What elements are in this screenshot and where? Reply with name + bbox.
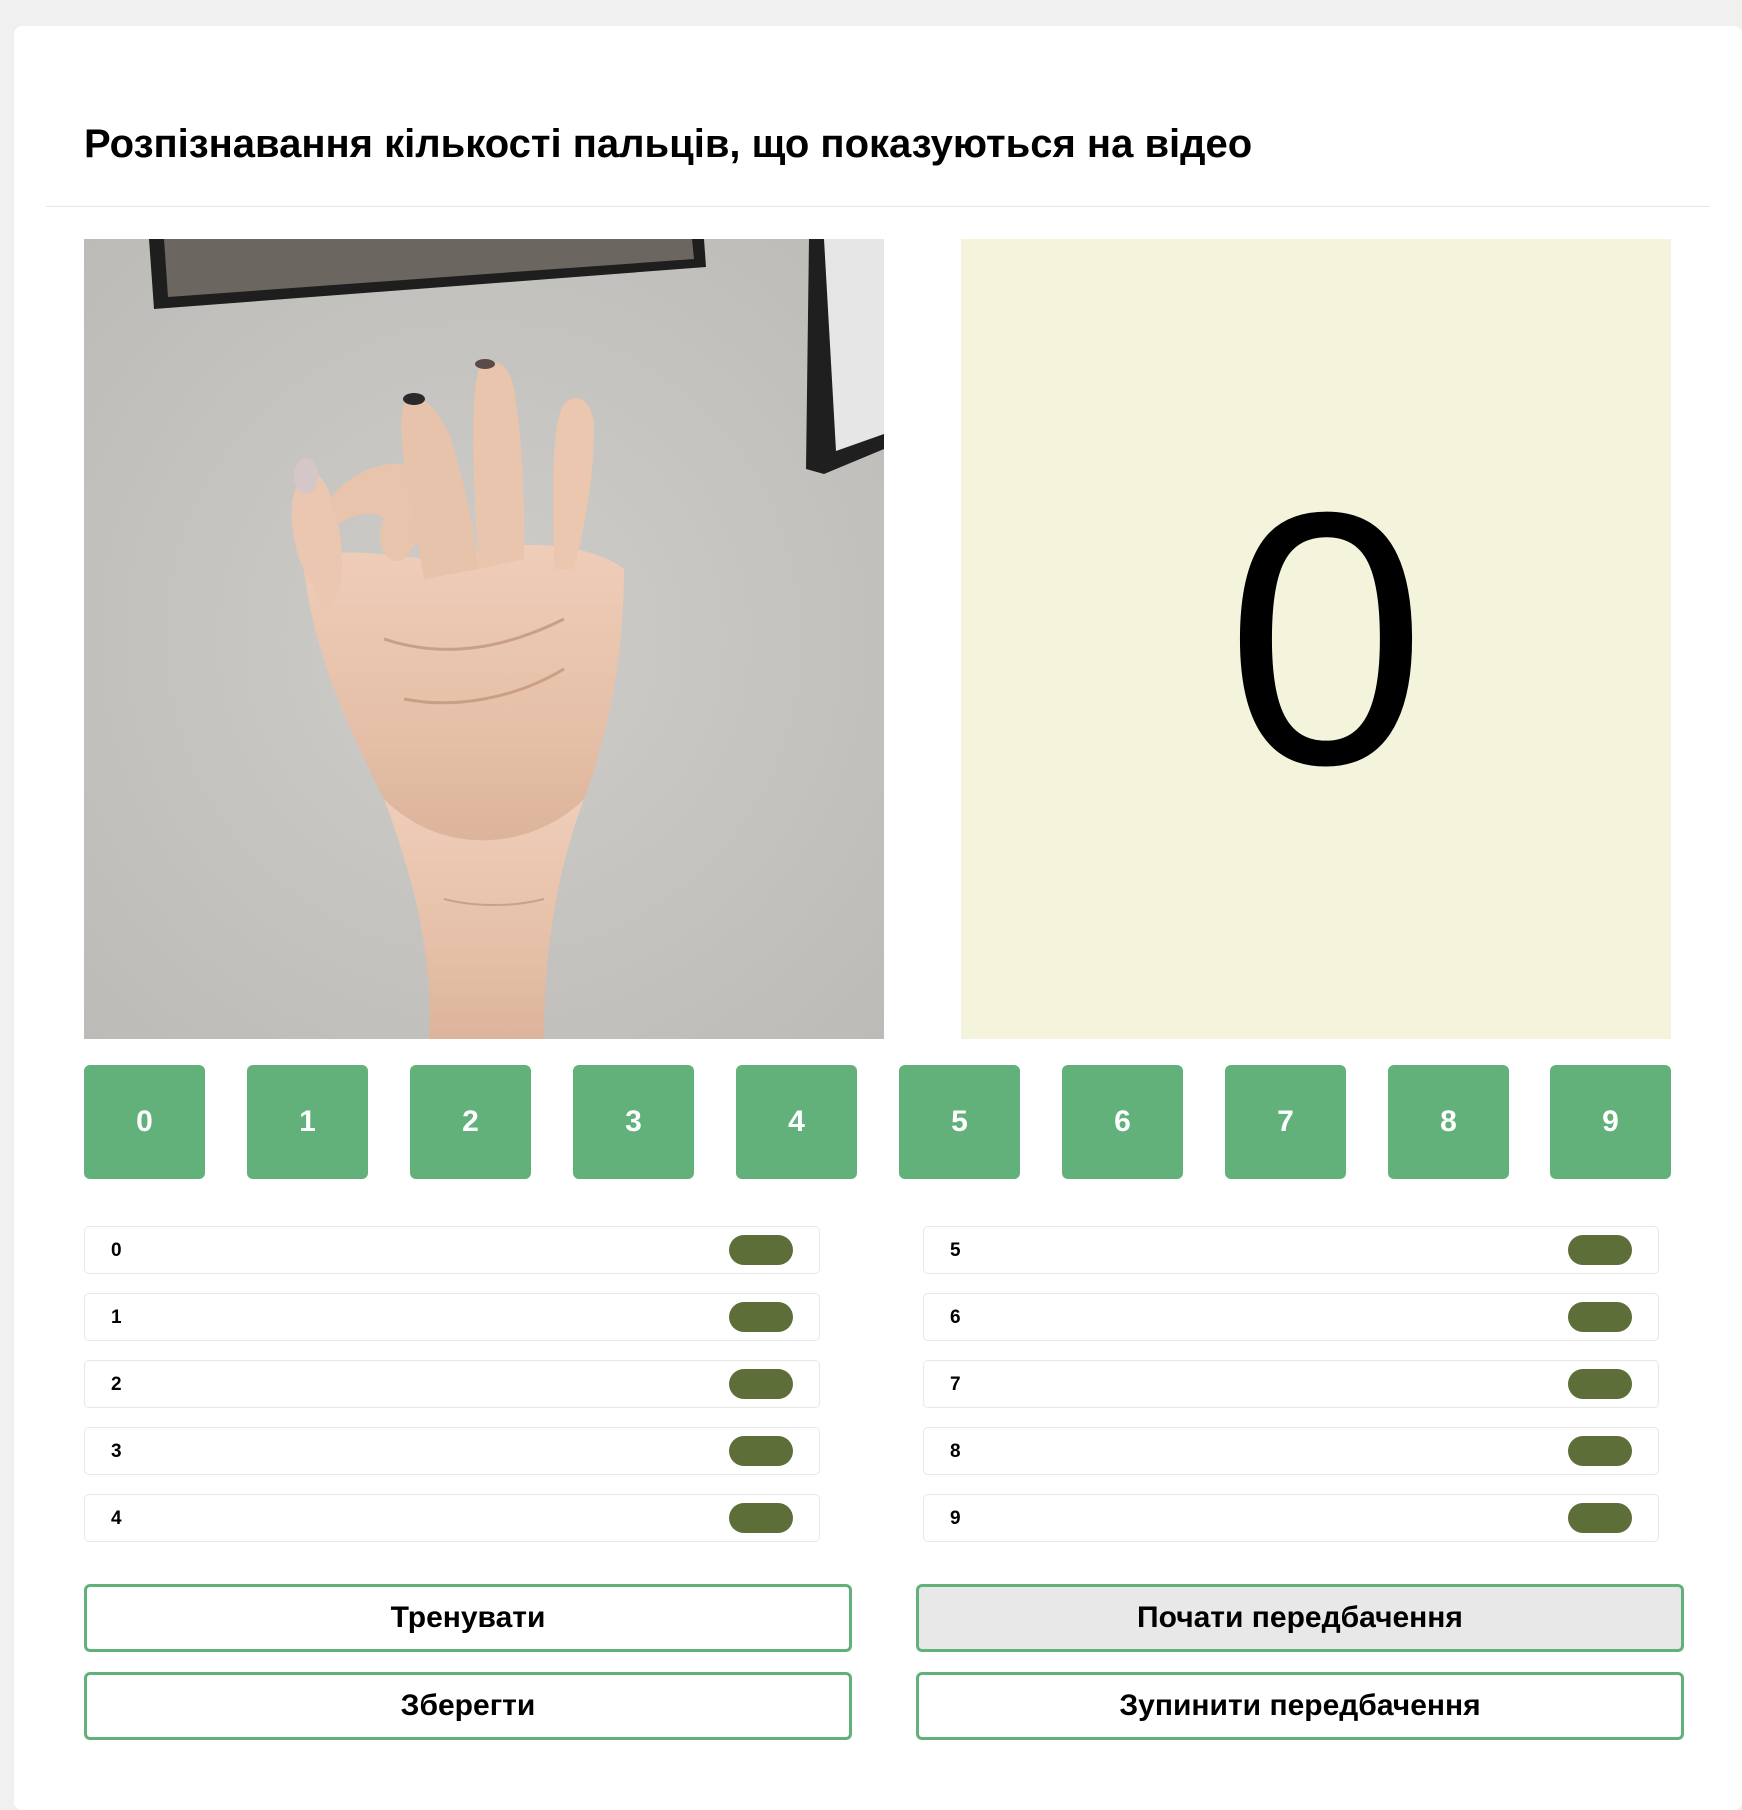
count-badge — [729, 1235, 793, 1265]
header-divider — [46, 206, 1710, 207]
count-badge — [729, 1436, 793, 1466]
class-button-2[interactable]: 2 — [410, 1065, 531, 1179]
stop-prediction-button[interactable]: Зупинити передбачення — [916, 1672, 1684, 1740]
prediction-panel: 0 — [961, 239, 1671, 1039]
count-label: 0 — [111, 1240, 122, 1261]
count-badge — [1568, 1369, 1632, 1399]
class-button-6[interactable]: 6 — [1062, 1065, 1183, 1179]
class-button-8[interactable]: 8 — [1388, 1065, 1509, 1179]
class-button-9[interactable]: 9 — [1550, 1065, 1671, 1179]
count-badge — [729, 1302, 793, 1332]
count-label: 4 — [111, 1508, 122, 1529]
count-badge — [729, 1503, 793, 1533]
count-badge — [1568, 1503, 1632, 1533]
count-label: 9 — [950, 1508, 961, 1529]
class-button-row: 0 1 2 3 4 5 6 7 8 9 — [84, 1065, 1671, 1179]
count-row-1: 1 — [84, 1293, 820, 1341]
webcam-video — [84, 239, 884, 1039]
class-button-7[interactable]: 7 — [1225, 1065, 1346, 1179]
count-badge — [1568, 1436, 1632, 1466]
count-badge — [1568, 1302, 1632, 1332]
count-row-2: 2 — [84, 1360, 820, 1408]
count-row-7: 7 — [923, 1360, 1659, 1408]
class-button-1[interactable]: 1 — [247, 1065, 368, 1179]
count-row-0: 0 — [84, 1226, 820, 1274]
count-label: 2 — [111, 1374, 122, 1395]
predicted-count: 0 — [1225, 438, 1427, 840]
class-button-5[interactable]: 5 — [899, 1065, 1020, 1179]
count-row-8: 8 — [923, 1427, 1659, 1475]
count-label: 3 — [111, 1441, 122, 1462]
count-row-9: 9 — [923, 1494, 1659, 1542]
class-button-4[interactable]: 4 — [736, 1065, 857, 1179]
class-button-0[interactable]: 0 — [84, 1065, 205, 1179]
count-label: 6 — [950, 1307, 961, 1328]
count-label: 7 — [950, 1374, 961, 1395]
count-row-6: 6 — [923, 1293, 1659, 1341]
count-label: 1 — [111, 1307, 122, 1328]
main-card: Розпізнавання кількості пальців, що пока… — [14, 26, 1742, 1810]
count-row-3: 3 — [84, 1427, 820, 1475]
webcam-frame-image — [84, 239, 884, 1039]
save-button[interactable]: Зберегти — [84, 1672, 852, 1740]
count-row-5: 5 — [923, 1226, 1659, 1274]
train-button[interactable]: Тренувати — [84, 1584, 852, 1652]
count-badge — [729, 1369, 793, 1399]
page-title: Розпізнавання кількості пальців, що пока… — [84, 122, 1253, 166]
count-row-4: 4 — [84, 1494, 820, 1542]
count-label: 8 — [950, 1441, 961, 1462]
class-button-3[interactable]: 3 — [573, 1065, 694, 1179]
count-label: 5 — [950, 1240, 961, 1261]
start-prediction-button[interactable]: Почати передбачення — [916, 1584, 1684, 1652]
count-badge — [1568, 1235, 1632, 1265]
